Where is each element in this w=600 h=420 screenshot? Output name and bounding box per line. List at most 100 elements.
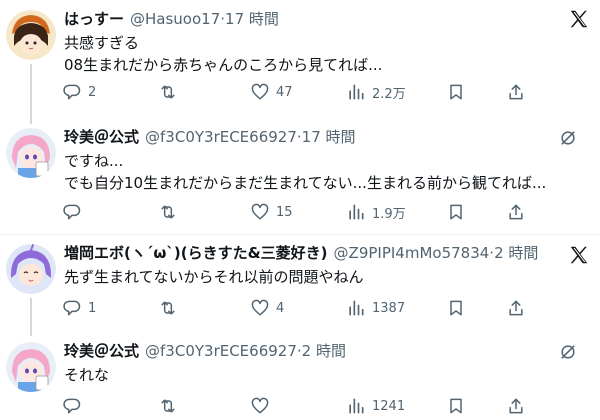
- tweet-text: 先ず生まれてないからそれ以前の問題やねん: [64, 266, 364, 288]
- views-button[interactable]: 1.9万: [346, 198, 406, 226]
- reply-button[interactable]: [62, 198, 88, 226]
- thread-line: [30, 298, 32, 336]
- heart-icon: [251, 397, 269, 414]
- tweet-header: はっすー @Hasuoo17·17 時間: [64, 8, 279, 30]
- retweet-icon: [161, 205, 175, 219]
- tweet-text-line: 08生まれだから赤ちゃんのころから見てれば...: [64, 56, 383, 74]
- grok-icon[interactable]: [558, 342, 578, 362]
- retweet-icon: [161, 301, 175, 315]
- tweet-header: 玲美＠公式 @f3C0Y3rECE66927·2 時間: [64, 340, 346, 362]
- reply-count: 2: [88, 84, 97, 100]
- display-name[interactable]: 玲美＠公式: [64, 342, 139, 360]
- share-icon: [509, 300, 523, 316]
- tweet-divider: [0, 234, 600, 235]
- views-count: 1241: [372, 398, 406, 414]
- reply-icon: [63, 398, 81, 414]
- x-logo-icon[interactable]: [568, 244, 590, 266]
- avatar-remi[interactable]: [6, 342, 56, 392]
- bookmark-button[interactable]: [446, 392, 466, 420]
- views-icon: [349, 398, 364, 414]
- user-handle[interactable]: @f3C0Y3rECE66927: [145, 342, 297, 360]
- reply-button[interactable]: 2: [62, 78, 96, 106]
- views-button[interactable]: 1241: [346, 392, 405, 420]
- share-button[interactable]: [506, 198, 526, 226]
- share-icon: [509, 398, 523, 414]
- timestamp[interactable]: 17 時間: [225, 10, 279, 28]
- heart-icon: [251, 299, 269, 316]
- views-count: 2.2万: [372, 86, 406, 102]
- bookmark-icon: [450, 398, 462, 414]
- heart-icon: [251, 83, 269, 100]
- like-button[interactable]: [250, 392, 276, 420]
- share-icon: [509, 84, 523, 100]
- display-name[interactable]: 増岡エボ(ヽ´ω`)(らきすた&三菱好き): [64, 244, 328, 262]
- share-icon: [509, 204, 523, 220]
- share-button[interactable]: [506, 78, 526, 106]
- bookmark-icon: [450, 204, 462, 220]
- reply-icon: [63, 300, 81, 316]
- like-count: 15: [276, 204, 293, 220]
- bookmark-button[interactable]: [446, 198, 466, 226]
- views-button[interactable]: 1387: [346, 294, 405, 322]
- tweet-1[interactable]: はっすー @Hasuoo17·17 時間 共感すぎる 08生まれだから赤ちゃんのこ…: [0, 0, 600, 124]
- retweet-button[interactable]: [158, 198, 184, 226]
- share-button[interactable]: [506, 392, 526, 420]
- timestamp[interactable]: 17 時間: [302, 128, 356, 146]
- user-handle[interactable]: @Hasuoo17: [130, 10, 220, 28]
- reply-icon: [63, 84, 81, 100]
- tweet-text: それな: [64, 364, 109, 386]
- reply-count: 1: [88, 300, 97, 316]
- avatar-hasuoo[interactable]: [6, 10, 56, 60]
- tweet-2[interactable]: 玲美＠公式 @f3C0Y3rECE66927·17 時間 ですね... でも自分1…: [0, 120, 600, 232]
- grok-icon[interactable]: [558, 128, 578, 148]
- like-button[interactable]: 4: [250, 294, 284, 322]
- action-bar: 15 1.9万: [60, 198, 530, 226]
- tweet-text: 共感すぎる 08生まれだから赤ちゃんのころから見てれば...: [64, 32, 382, 76]
- tweet-header: 増岡エボ(ヽ´ω`)(らきすた&三菱好き) @Z9PIPI4mMo57834·2 …: [64, 242, 538, 264]
- tweet-text-line: 共感すぎる: [64, 34, 140, 52]
- x-logo-icon[interactable]: [568, 8, 590, 30]
- avatar-masuoka[interactable]: [6, 244, 56, 294]
- tweet-text-line: それな: [64, 366, 110, 384]
- heart-icon: [251, 203, 269, 220]
- bookmark-button[interactable]: [446, 294, 466, 322]
- views-count: 1.9万: [372, 206, 406, 222]
- display-name[interactable]: はっすー: [64, 10, 124, 28]
- avatar-image: [6, 244, 56, 294]
- tweet-text-line: ですね...: [64, 152, 124, 170]
- bookmark-button[interactable]: [446, 78, 466, 106]
- timestamp[interactable]: 2 時間: [302, 342, 346, 360]
- like-button[interactable]: 47: [250, 78, 293, 106]
- views-button[interactable]: 2.2万: [346, 78, 406, 106]
- retweet-icon: [161, 399, 175, 413]
- tweet-4[interactable]: 玲美＠公式 @f3C0Y3rECE66927·2 時間 それな 1241: [0, 334, 600, 420]
- retweet-button[interactable]: [158, 294, 184, 322]
- user-handle[interactable]: @f3C0Y3rECE66927: [145, 128, 297, 146]
- avatar-image: [6, 342, 56, 392]
- views-icon: [349, 204, 364, 220]
- thread-line: [30, 64, 32, 124]
- action-bar: 1 4 1387: [60, 294, 530, 322]
- retweet-button[interactable]: [158, 392, 184, 420]
- reply-button[interactable]: 1: [62, 294, 96, 322]
- retweet-button[interactable]: [158, 78, 184, 106]
- like-button[interactable]: 15: [250, 198, 293, 226]
- avatar-remi[interactable]: [6, 128, 56, 178]
- tweet-header: 玲美＠公式 @f3C0Y3rECE66927·17 時間: [64, 126, 356, 148]
- like-count: 47: [276, 84, 293, 100]
- reply-button[interactable]: [62, 392, 88, 420]
- user-handle[interactable]: @Z9PIPI4mMo57834: [334, 244, 490, 262]
- timestamp[interactable]: 2 時間: [494, 244, 538, 262]
- avatar-image: [6, 128, 56, 178]
- views-icon: [349, 300, 364, 316]
- share-button[interactable]: [506, 294, 526, 322]
- like-count: 4: [276, 300, 285, 316]
- retweet-icon: [161, 85, 175, 99]
- display-name[interactable]: 玲美＠公式: [64, 128, 139, 146]
- tweet-3[interactable]: 増岡エボ(ヽ´ω`)(らきすた&三菱好き) @Z9PIPI4mMo57834·2 …: [0, 236, 600, 336]
- bookmark-icon: [450, 300, 462, 316]
- tweet-text-line: 先ず生まれてないからそれ以前の問題やねん: [64, 268, 364, 286]
- tweet-text-line: でも自分10生まれだからまだ生まれてない...生まれる前から観てれば...: [64, 174, 547, 192]
- views-icon: [349, 84, 364, 100]
- views-count: 1387: [372, 300, 406, 316]
